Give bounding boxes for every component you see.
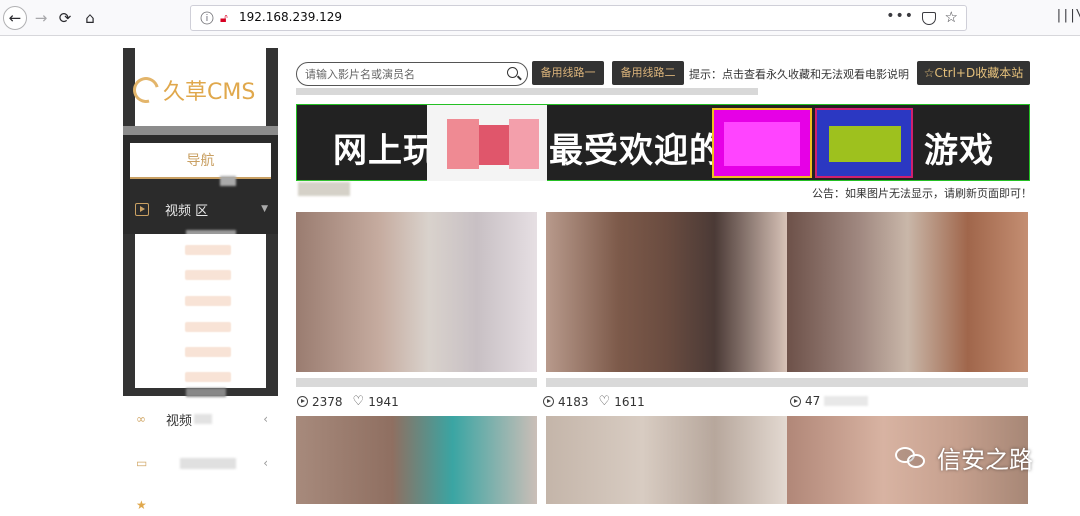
video-thumbnail[interactable] [787, 212, 1028, 372]
bookmark-star-icon[interactable]: ☆ [945, 8, 958, 26]
info-icon[interactable]: i [200, 11, 214, 25]
browser-toolbar: ← → ⟳ ⌂ i 🔓︎ 192.168.239.129 ••• ☆ |||\ [0, 0, 1080, 36]
banner-text-3: 游戏 [924, 131, 994, 171]
video-stats: 4183 ♡ 1611 [543, 394, 645, 409]
forward-button[interactable]: → [29, 6, 53, 30]
sidebar-item-label: 视频 [166, 413, 193, 429]
reload-button[interactable]: ⟳ [53, 6, 77, 30]
ad-banner[interactable]: 网上玩 最受欢迎的 游戏 [296, 104, 1030, 181]
video-caption[interactable] [546, 378, 787, 387]
video-stats: 2378 ♡ 1941 [297, 394, 399, 409]
views-icon [543, 396, 554, 407]
sidebar-item-label: 视频 区 [165, 203, 209, 219]
sidebar-item-video[interactable]: 视频 区 ▼ [123, 196, 278, 222]
submenu-item[interactable] [185, 270, 231, 280]
route-1-button[interactable]: 备用线路一 [532, 61, 604, 85]
search-icon[interactable] [507, 67, 518, 78]
video-thumbnail[interactable] [296, 212, 537, 372]
like-count: 1941 [368, 394, 399, 409]
chevron-left-icon: ‹ [263, 412, 268, 426]
book-icon: ▭ [136, 456, 148, 470]
view-count: 2378 [312, 394, 343, 409]
pixelated-overlay [220, 176, 236, 186]
insecure-lock-icon[interactable]: 🔓︎ [220, 10, 236, 26]
wechat-icon [895, 445, 929, 471]
submenu-item[interactable] [185, 372, 231, 382]
banner-text-2: 最受欢迎的 [549, 131, 724, 171]
sidebar-item-star[interactable]: ★ [123, 494, 278, 516]
submenu-item[interactable] [185, 322, 231, 332]
chevron-left-icon: ‹ [263, 456, 268, 470]
sidebar-item-video-2[interactable]: ∞ 视频 ‹ [123, 408, 278, 430]
notice-text: 公告：如果图片无法显示，请刷新页面即可！ [812, 187, 1032, 200]
pixelated-overlay [427, 105, 547, 181]
submenu-panel [135, 234, 266, 388]
pixelated-overlay [298, 182, 350, 196]
banner-text-1: 网上玩 [333, 131, 438, 171]
search-box[interactable] [296, 62, 528, 86]
pixelated-overlay [194, 414, 213, 424]
link-icon: ∞ [136, 412, 146, 426]
submenu-item[interactable] [185, 296, 231, 306]
pixelated-overlay [296, 88, 758, 95]
video-thumbnail[interactable] [546, 212, 787, 372]
page-actions-icon[interactable]: ••• [886, 8, 914, 24]
sidebar-frame-left-lower [123, 234, 135, 394]
star-icon: ★ [136, 498, 147, 512]
heart-icon: ♡ [352, 394, 365, 409]
submenu-item[interactable] [185, 245, 231, 255]
search-input[interactable] [305, 66, 495, 82]
address-bar[interactable]: i 🔓︎ 192.168.239.129 ••• ☆ [190, 5, 967, 31]
views-icon [790, 395, 801, 407]
watermark-text: 信安之路 [937, 446, 1033, 474]
view-count: 4183 [558, 394, 589, 409]
logo-mark-icon [128, 72, 164, 108]
video-play-icon [135, 202, 149, 216]
route-2-button[interactable]: 备用线路二 [612, 61, 684, 85]
bookmark-site-button[interactable]: ☆Ctrl+D收藏本站 [917, 61, 1030, 85]
sidebar-frame-right [266, 48, 278, 128]
submenu-item[interactable] [185, 347, 231, 357]
pixelated-overlay [180, 457, 236, 469]
video-caption[interactable] [296, 378, 537, 387]
heart-icon: ♡ [598, 394, 611, 409]
nav-title[interactable]: 导航 [130, 143, 271, 179]
pixelated-overlay [824, 396, 869, 406]
pixelated-overlay [712, 108, 812, 178]
site-logo[interactable]: 久草CMS [128, 72, 256, 108]
like-count: 1611 [614, 394, 645, 409]
home-button[interactable]: ⌂ [78, 6, 102, 30]
views-icon [297, 396, 308, 407]
video-thumbnail[interactable] [296, 416, 537, 504]
url-text[interactable]: 192.168.239.129 [239, 10, 342, 24]
video-thumbnail[interactable] [546, 416, 787, 504]
sidebar-item-book[interactable]: ▭ ‹ [123, 452, 278, 474]
sidebar-divider [123, 126, 278, 135]
pixelated-overlay [186, 388, 226, 397]
watermark: 信安之路 [895, 440, 1033, 475]
chevron-down-icon: ▼ [261, 204, 268, 214]
video-stats: 47 [790, 394, 869, 408]
back-button[interactable]: ← [3, 6, 27, 30]
video-caption[interactable] [787, 378, 1028, 387]
tip-text[interactable]: 提示：点击查看永久收藏和无法观看电影说明 [689, 66, 909, 82]
pocket-icon[interactable] [922, 12, 936, 25]
logo-text: 久草CMS [163, 80, 256, 105]
pixelated-overlay [815, 108, 913, 178]
library-icon[interactable]: |||\ [1055, 8, 1080, 23]
sidebar-frame-right-lower [266, 234, 278, 394]
view-count: 47 [805, 394, 821, 408]
